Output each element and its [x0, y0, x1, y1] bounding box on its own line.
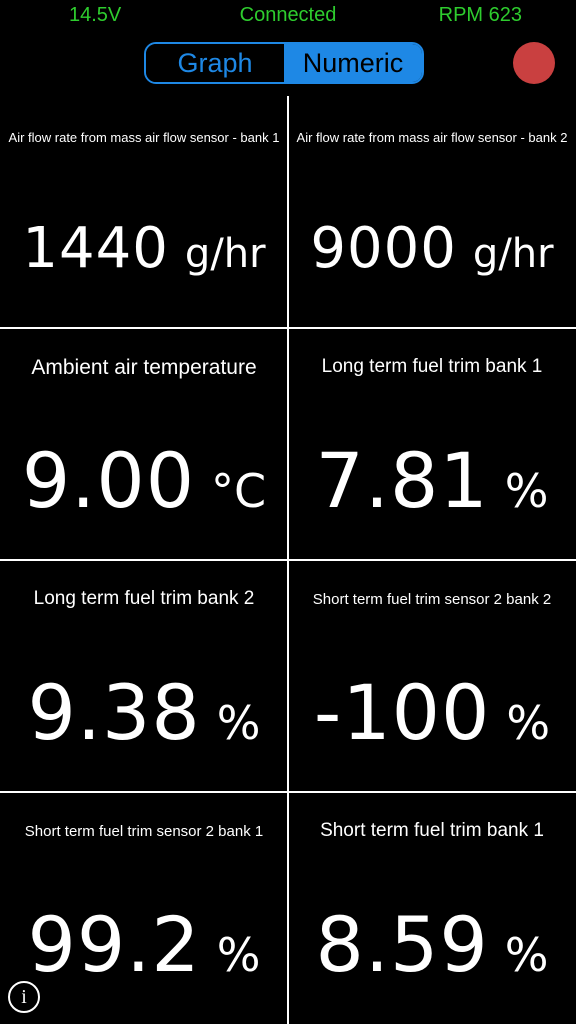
- sensor-value: 9.00: [21, 436, 196, 525]
- sensor-cell-ltft-bank2[interactable]: Long term fuel trim bank 2 9.38 %: [0, 560, 288, 792]
- sensor-unit: %: [216, 928, 261, 982]
- sensor-cell-ambient-temp[interactable]: Ambient air temperature 9.00 °C: [0, 328, 288, 560]
- sensor-value: 1440: [22, 216, 169, 281]
- grid-divider-horizontal: [0, 559, 576, 561]
- sensor-label: Long term fuel trim bank 2: [33, 588, 255, 609]
- sensor-unit: g/hr: [184, 231, 266, 277]
- sensor-label: Air flow rate from mass air flow sensor …: [296, 130, 568, 145]
- grid-divider-horizontal: [0, 327, 576, 329]
- sensor-cell-stft-bank1[interactable]: Short term fuel trim bank 1 8.59 %: [288, 792, 576, 1024]
- info-icon[interactable]: i: [8, 981, 40, 1013]
- sensor-value: 9000: [310, 216, 457, 281]
- sensor-unit: %: [506, 696, 551, 750]
- sensor-label: Short term fuel trim bank 1: [320, 820, 544, 841]
- rpm-readout: RPM 623: [438, 4, 522, 26]
- sensor-cell-stft-s2-bank2[interactable]: Short term fuel trim sensor 2 bank 2 -10…: [288, 560, 576, 792]
- sensor-unit: %: [216, 696, 261, 750]
- status-bar: 14.5V Connected RPM 623: [0, 0, 576, 32]
- sensor-cell-ltft-bank1[interactable]: Long term fuel trim bank 1 7.81 %: [288, 328, 576, 560]
- sensor-unit: g/hr: [472, 231, 554, 277]
- sensor-value: 99.2: [27, 900, 201, 989]
- sensor-label: Ambient air temperature: [31, 356, 257, 379]
- sensor-label: Air flow rate from mass air flow sensor …: [8, 130, 280, 145]
- sensor-label: Long term fuel trim bank 1: [321, 356, 543, 377]
- sensor-unit: %: [504, 464, 549, 518]
- sensor-cell-maf-bank1[interactable]: Air flow rate from mass air flow sensor …: [0, 96, 288, 328]
- sensor-unit: %: [504, 928, 549, 982]
- sensor-cell-stft-s2-bank1[interactable]: Short term fuel trim sensor 2 bank 1 99.…: [0, 792, 288, 1024]
- grid-divider-horizontal: [0, 791, 576, 793]
- sensor-cell-maf-bank2[interactable]: Air flow rate from mass air flow sensor …: [288, 96, 576, 328]
- graph-toggle-button[interactable]: Graph: [146, 44, 284, 82]
- numeric-toggle-button[interactable]: Numeric: [284, 44, 422, 82]
- sensor-value: 7.81: [315, 436, 489, 525]
- sensor-value: 8.59: [315, 900, 489, 989]
- sensor-label: Short term fuel trim sensor 2 bank 2: [312, 591, 552, 608]
- sensor-label: Short term fuel trim sensor 2 bank 1: [24, 823, 264, 840]
- view-mode-toggle: Graph Numeric: [144, 42, 424, 84]
- sensor-unit: °C: [211, 464, 267, 518]
- sensor-value: -100: [313, 668, 491, 757]
- record-icon[interactable]: [513, 42, 555, 84]
- sensor-value: 9.38: [27, 668, 201, 757]
